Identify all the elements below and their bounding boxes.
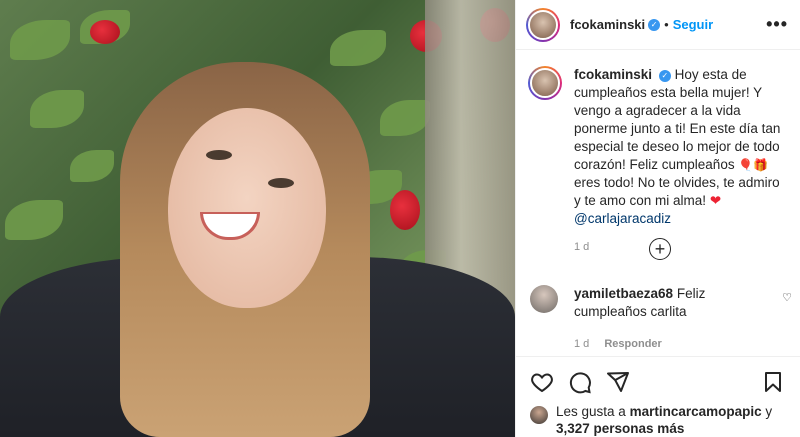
more-options-icon[interactable]: ••• — [766, 14, 788, 35]
balloon-gift-emoji: 🎈🎁 — [738, 158, 769, 172]
author-username[interactable]: fcokaminski — [570, 17, 645, 32]
heart-emoji: ❤ — [709, 193, 722, 208]
share-icon[interactable] — [606, 370, 630, 394]
verified-icon: ✓ — [658, 70, 671, 82]
follow-button[interactable]: Seguir — [673, 17, 713, 32]
caption: fcokaminski ✓ Hoy esta de cumpleaños est… — [516, 50, 800, 256]
heart-icon[interactable] — [530, 370, 554, 394]
comment-icon[interactable] — [568, 370, 592, 394]
caption-time[interactable]: 1 d — [574, 238, 786, 256]
likes-joiner: y — [765, 404, 773, 419]
likes-others[interactable]: 3,327 personas más — [556, 421, 684, 436]
liker-avatar[interactable] — [530, 406, 548, 424]
verified-icon: ✓ — [648, 18, 661, 31]
comment-like-icon[interactable]: ♡ — [782, 291, 792, 304]
caption-text-1: Hoy esta de cumpleaños esta bella mujer!… — [574, 67, 781, 172]
post-photo[interactable] — [0, 0, 515, 437]
liker-username[interactable]: martincarcamopapic — [630, 404, 762, 419]
comment-time[interactable]: 1 d — [574, 338, 589, 350]
author-avatar[interactable] — [526, 7, 560, 42]
plus-circle-icon[interactable]: + — [649, 238, 671, 260]
caption-body: fcokaminski ✓ Hoy esta de cumpleaños est… — [574, 66, 786, 256]
comment-body: yamiletbaeza68 Feliz cumpleaños carlita … — [574, 285, 764, 353]
caption-text-2: eres todo! No te olvides, te admiro y te… — [574, 175, 780, 208]
commenter-username[interactable]: yamiletbaeza68 — [574, 286, 673, 301]
post-actions: Les gusta a martincarcamopapic y 3,327 p… — [516, 356, 800, 437]
caption-avatar[interactable] — [528, 66, 562, 100]
post-header: fcokaminski ✓ • Seguir ••• — [516, 0, 800, 50]
comment-meta: 1 d Responder — [574, 335, 764, 353]
separator-dot: • — [664, 17, 669, 32]
likes-prefix: Les gusta a — [556, 404, 626, 419]
instagram-post: fcokaminski ✓ • Seguir ••• fcokaminski ✓… — [0, 0, 800, 437]
action-icons — [530, 369, 785, 395]
commenter-avatar[interactable] — [530, 285, 558, 313]
likes-summary: Les gusta a martincarcamopapic y 3,327 p… — [530, 403, 785, 437]
reply-button[interactable]: Responder — [604, 338, 661, 350]
caption-username[interactable]: fcokaminski — [574, 67, 652, 82]
bookmark-icon[interactable] — [761, 370, 785, 394]
comment-item: yamiletbaeza68 Feliz cumpleaños carlita … — [530, 285, 792, 353]
post-sidebar: fcokaminski ✓ • Seguir ••• fcokaminski ✓… — [515, 0, 800, 437]
caption-mention[interactable]: @carlajaracadiz — [574, 211, 671, 226]
